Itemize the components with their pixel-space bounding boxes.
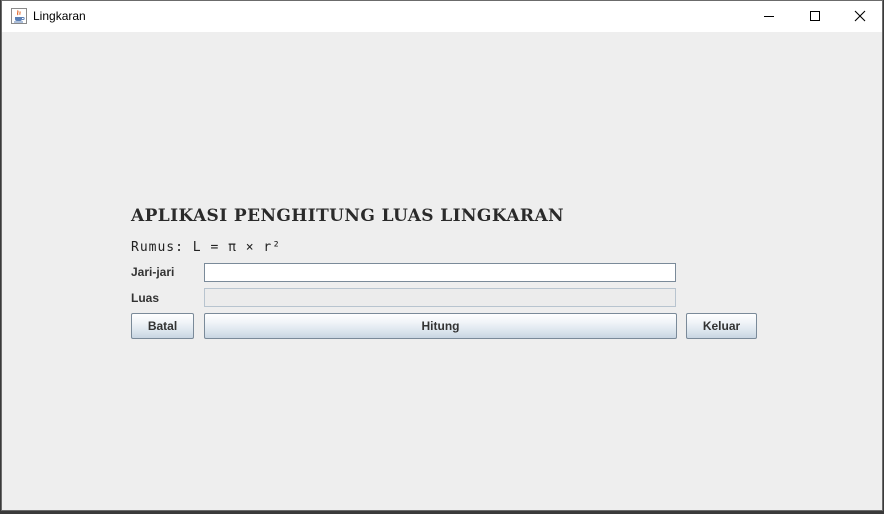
minimize-button[interactable] bbox=[746, 1, 792, 32]
java-cup-icon bbox=[11, 8, 27, 24]
close-button[interactable] bbox=[837, 1, 883, 32]
page-heading: APLIKASI PENGHITUNG LUAS LINGKARAN bbox=[131, 206, 564, 226]
jari-jari-label: Jari-jari bbox=[131, 265, 175, 279]
title-bar[interactable]: Lingkaran bbox=[2, 1, 882, 32]
luas-label: Luas bbox=[131, 291, 160, 305]
close-icon bbox=[854, 7, 866, 26]
hitung-button[interactable]: Hitung bbox=[204, 313, 677, 339]
maximize-button[interactable] bbox=[792, 1, 838, 32]
formula-text: Rumus: L = π × r² bbox=[131, 240, 282, 255]
jari-jari-input[interactable] bbox=[204, 263, 676, 282]
batal-button[interactable]: Batal bbox=[131, 313, 194, 339]
maximize-icon bbox=[809, 7, 821, 26]
window-title: Lingkaran bbox=[33, 9, 86, 23]
app-window: Lingkaran APLIKASI PENGHITUNG LUAS LINGK… bbox=[1, 0, 883, 511]
keluar-button[interactable]: Keluar bbox=[686, 313, 757, 339]
minimize-icon bbox=[763, 7, 775, 26]
luas-output-field[interactable] bbox=[204, 288, 676, 307]
